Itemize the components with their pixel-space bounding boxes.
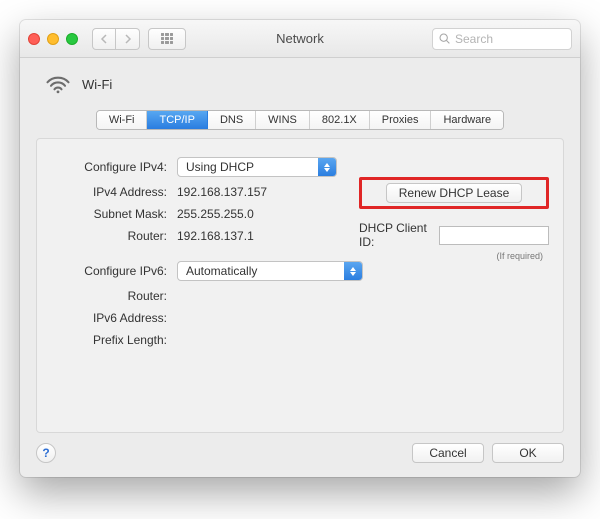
titlebar: Network [20,20,580,58]
tab-8021x[interactable]: 802.1X [310,111,370,129]
configure-ipv4-label: Configure IPv4: [51,160,177,174]
ipv6-address-row: IPv6 Address: [51,311,549,325]
ipv6-router-row: Router: [51,289,549,303]
tcpip-pane: Configure IPv4: Using DHCP IPv4 Address:… [36,138,564,433]
help-button[interactable]: ? [36,443,56,463]
show-all-button[interactable] [148,28,186,50]
dialog-footer: ? Cancel OK [36,443,564,463]
subnet-value: 255.255.255.0 [177,207,254,221]
dhcp-client-id-row: DHCP Client ID: [359,221,549,249]
wifi-icon [44,70,72,98]
prefix-row: Prefix Length: [51,333,549,347]
configure-ipv6-value: Automatically [186,264,257,278]
if-required-note: (If required) [359,251,549,261]
configure-ipv4-select[interactable]: Using DHCP [177,157,337,177]
tab-dns[interactable]: DNS [208,111,256,129]
search-input[interactable] [432,28,572,50]
interface-header: Wi-Fi [36,68,564,106]
tab-hardware[interactable]: Hardware [431,111,503,129]
dhcp-client-id-label: DHCP Client ID: [359,221,433,249]
ipv6-router-label: Router: [51,289,177,303]
network-advanced-window: Network Wi-Fi Wi-Fi TCP/IP DNS [20,20,580,477]
help-icon: ? [42,446,49,460]
chevron-left-icon [100,34,108,44]
tab-wins[interactable]: WINS [256,111,310,129]
close-window-button[interactable] [28,33,40,45]
ipv4-address-label: IPv4 Address: [51,185,177,199]
tab-wifi[interactable]: Wi-Fi [97,111,148,129]
updown-arrows-icon [344,262,362,280]
forward-button[interactable] [116,28,140,50]
content-area: Wi-Fi Wi-Fi TCP/IP DNS WINS 802.1X Proxi… [20,58,580,477]
chevron-right-icon [124,34,132,44]
interface-name: Wi-Fi [82,77,112,92]
configure-ipv4-value: Using DHCP [186,160,254,174]
updown-arrows-icon [318,158,336,176]
zoom-window-button[interactable] [66,33,78,45]
subnet-label: Subnet Mask: [51,207,177,221]
cancel-button[interactable]: Cancel [412,443,484,463]
nav-buttons [92,28,140,50]
tab-tcpip[interactable]: TCP/IP [147,111,207,129]
configure-ipv6-row: Configure IPv6: Automatically [51,261,549,281]
ok-button[interactable]: OK [492,443,564,463]
dhcp-right-column: Renew DHCP Lease DHCP Client ID: (If req… [359,177,549,261]
dhcp-client-id-input[interactable] [439,226,549,245]
configure-ipv4-row: Configure IPv4: Using DHCP [51,157,549,177]
configure-ipv6-select[interactable]: Automatically [177,261,363,281]
search-icon [438,32,451,45]
back-button[interactable] [92,28,116,50]
renew-highlight: Renew DHCP Lease [359,177,549,209]
minimize-window-button[interactable] [47,33,59,45]
ipv6-address-label: IPv6 Address: [51,311,177,325]
tabbar: Wi-Fi TCP/IP DNS WINS 802.1X Proxies Har… [96,110,504,130]
ipv4-router-label: Router: [51,229,177,243]
prefix-label: Prefix Length: [51,333,177,347]
configure-ipv6-label: Configure IPv6: [51,264,177,278]
search-wrap [432,28,572,50]
tabbar-wrap: Wi-Fi TCP/IP DNS WINS 802.1X Proxies Har… [36,110,564,130]
tab-proxies[interactable]: Proxies [370,111,432,129]
grid-icon [161,33,173,45]
window-controls [28,33,78,45]
renew-dhcp-lease-button[interactable]: Renew DHCP Lease [386,183,523,203]
ipv4-address-value: 192.168.137.157 [177,185,267,199]
ipv4-router-value: 192.168.137.1 [177,229,254,243]
